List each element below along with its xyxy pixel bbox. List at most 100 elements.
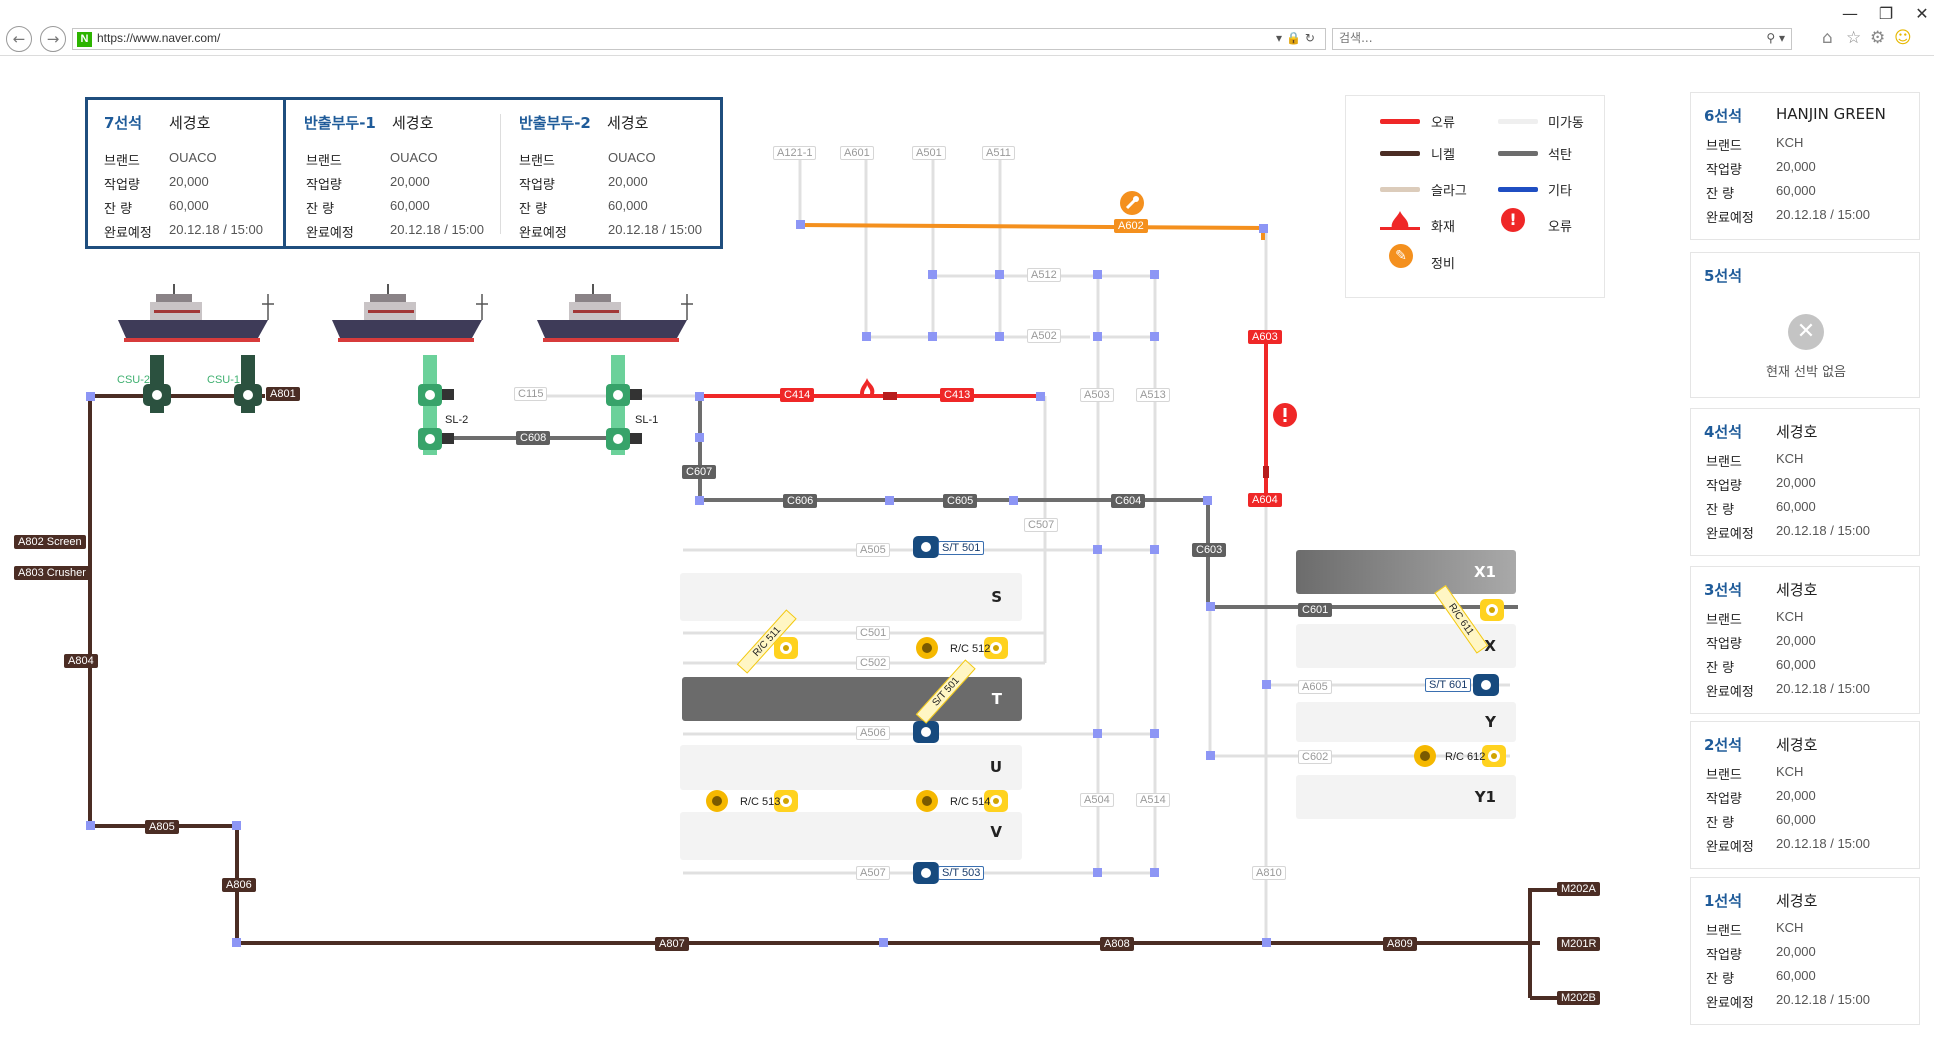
label-a504[interactable]: A504 bbox=[1080, 793, 1114, 807]
sl-1-loader[interactable] bbox=[606, 355, 642, 455]
reclaimer-rc514-gear-icon[interactable] bbox=[916, 790, 938, 812]
label-c502[interactable]: C502 bbox=[856, 656, 891, 670]
label-c606[interactable]: C606 bbox=[783, 494, 818, 508]
label-a605[interactable]: A605 bbox=[1298, 680, 1332, 694]
label-a802[interactable]: A802 Screen bbox=[14, 535, 86, 549]
label-a121-1[interactable]: A121-1 bbox=[773, 146, 817, 160]
label-a513[interactable]: A513 bbox=[1136, 388, 1170, 402]
label-st503[interactable]: S/T 503 bbox=[938, 866, 985, 880]
reclaimer-rc612-gear-icon[interactable] bbox=[1414, 745, 1436, 767]
maintenance-line[interactable] bbox=[799, 223, 1265, 240]
label-a805[interactable]: A805 bbox=[145, 820, 179, 834]
reclaimer-rc513-gear-icon[interactable] bbox=[706, 790, 728, 812]
reclaimer-rc512-gear-icon[interactable] bbox=[916, 637, 938, 659]
feedback-icon[interactable]: ☺ bbox=[1894, 28, 1912, 48]
berth7-info[interactable]: 7선석 세경호 브랜드 OUACO 작업량 20,000 잔 량 60,000 완료예… bbox=[88, 100, 283, 246]
search-icon[interactable]: ⚲ ▾ bbox=[1766, 31, 1785, 45]
label-a806[interactable]: A806 bbox=[222, 878, 256, 892]
home-icon[interactable]: ⌂ bbox=[1822, 28, 1833, 48]
label-c607[interactable]: C607 bbox=[682, 465, 717, 479]
label-c601[interactable]: C601 bbox=[1298, 603, 1333, 617]
label-sl2: SL-2 bbox=[445, 414, 469, 426]
label-c414[interactable]: C414 bbox=[780, 388, 815, 402]
stacker-st501[interactable] bbox=[913, 536, 939, 558]
back-icon[interactable]: ← bbox=[6, 26, 32, 52]
label-a603[interactable]: A603 bbox=[1248, 330, 1282, 344]
berth-card-2[interactable]: 5선석 ✕ 현재 선박 없음 bbox=[1690, 252, 1920, 398]
label-a803[interactable]: A803 Crusher bbox=[14, 566, 90, 580]
stacker-st503[interactable] bbox=[913, 862, 939, 884]
error-alert-icon[interactable] bbox=[1273, 403, 1297, 427]
label-c602[interactable]: C602 bbox=[1298, 750, 1333, 764]
label-c413[interactable]: C413 bbox=[940, 388, 975, 402]
close-icon[interactable]: ✕ bbox=[1902, 2, 1934, 26]
yard-u[interactable]: U bbox=[680, 745, 1022, 790]
label-a804[interactable]: A804 bbox=[64, 654, 98, 668]
label-a512[interactable]: A512 bbox=[1027, 268, 1061, 282]
berth-card-3[interactable]: 4선석 세경호 브랜드 KCH 작업량 20,000 잔 량 60,000 완료예… bbox=[1690, 408, 1920, 556]
reclaimer-rc611[interactable] bbox=[1480, 599, 1504, 621]
label-a809[interactable]: A809 bbox=[1383, 937, 1417, 951]
berth-card-5[interactable]: 2선석 세경호 브랜드 KCH 작업량 20,000 잔 량 60,000 완료예… bbox=[1690, 721, 1920, 869]
out1-info[interactable]: 반출부두-1 세경호 브랜드 OUACO 작업량 20,000 잔 량 60,000 … bbox=[286, 100, 500, 246]
minimize-icon[interactable]: — bbox=[1830, 2, 1870, 26]
restore-icon[interactable]: ❐ bbox=[1866, 2, 1906, 26]
label-st601[interactable]: S/T 601 bbox=[1425, 678, 1472, 692]
reclaimer-rc511[interactable] bbox=[774, 637, 798, 659]
label-c604[interactable]: C604 bbox=[1111, 494, 1146, 508]
ship-berth7[interactable] bbox=[117, 283, 275, 343]
label-c507[interactable]: C507 bbox=[1024, 518, 1059, 532]
label-a502[interactable]: A502 bbox=[1027, 329, 1061, 343]
yard-y[interactable]: Y bbox=[1296, 702, 1516, 742]
label-a507[interactable]: A507 bbox=[856, 866, 890, 880]
yard-v[interactable]: V bbox=[680, 812, 1022, 860]
card-ship: 세경호 bbox=[1776, 581, 1818, 599]
label-a602[interactable]: A602 bbox=[1114, 219, 1148, 233]
ship-out2[interactable] bbox=[536, 283, 694, 343]
label-a505[interactable]: A505 bbox=[856, 543, 890, 557]
ship-out1[interactable] bbox=[331, 283, 489, 343]
label-c608[interactable]: C608 bbox=[516, 431, 551, 445]
label-c501[interactable]: C501 bbox=[856, 626, 891, 640]
forward-icon[interactable]: → bbox=[40, 26, 66, 52]
yard-y1[interactable]: Y1 bbox=[1296, 775, 1516, 819]
legend-nickel-line bbox=[1380, 151, 1420, 156]
legend-idle-line bbox=[1498, 119, 1538, 124]
stacker-st601[interactable] bbox=[1473, 674, 1499, 696]
label-a503[interactable]: A503 bbox=[1080, 388, 1114, 402]
label-c115[interactable]: C115 bbox=[514, 387, 548, 401]
label-a501[interactable]: A501 bbox=[912, 146, 946, 160]
out2-info[interactable]: 반출부두-2 세경호 브랜드 OUACO 작업량 20,000 잔 량 60,000 … bbox=[501, 100, 721, 246]
favorites-icon[interactable]: ☆ bbox=[1846, 28, 1861, 48]
label-a807[interactable]: A807 bbox=[655, 937, 689, 951]
label-a506[interactable]: A506 bbox=[856, 726, 890, 740]
fire-icon[interactable] bbox=[860, 378, 875, 394]
label-st501[interactable]: S/T 501 bbox=[938, 541, 985, 555]
settings-icon[interactable]: ⚙ bbox=[1870, 28, 1885, 48]
label-m201r[interactable]: M201R bbox=[1557, 937, 1601, 951]
label-a801[interactable]: A801 bbox=[266, 387, 300, 401]
label-a810[interactable]: A810 bbox=[1252, 866, 1286, 880]
label-m202b[interactable]: M202B bbox=[1557, 991, 1600, 1005]
label-c603[interactable]: C603 bbox=[1192, 543, 1227, 557]
label-a511[interactable]: A511 bbox=[982, 146, 1015, 160]
yard-x1[interactable]: X1 bbox=[1296, 550, 1516, 594]
lock-refresh-icons[interactable]: ▾🔒↻ bbox=[1276, 31, 1319, 45]
stacker-st501b[interactable] bbox=[913, 721, 939, 743]
label-a604[interactable]: A604 bbox=[1248, 493, 1282, 507]
label-a601[interactable]: A601 bbox=[840, 146, 874, 160]
yard-s[interactable]: S bbox=[680, 573, 1022, 621]
search-input[interactable] bbox=[1339, 31, 1739, 45]
maintenance-wrench-icon[interactable] bbox=[1120, 191, 1144, 215]
yard-t[interactable]: T bbox=[682, 677, 1022, 721]
berth-card-4[interactable]: 3선석 세경호 브랜드 KCH 작업량 20,000 잔 량 60,000 완료예… bbox=[1690, 566, 1920, 714]
label-a514[interactable]: A514 bbox=[1136, 793, 1170, 807]
sl-2-loader[interactable] bbox=[418, 355, 454, 455]
label-a808[interactable]: A808 bbox=[1100, 937, 1134, 951]
label-c605[interactable]: C605 bbox=[943, 494, 978, 508]
browser-search[interactable]: ⚲ ▾ bbox=[1332, 28, 1792, 50]
berth-card-1[interactable]: 6선석 HANJIN GREEN 브랜드 KCH 작업량 20,000 잔 량 6… bbox=[1690, 92, 1920, 240]
label-m202a[interactable]: M202A bbox=[1557, 882, 1600, 896]
address-bar[interactable]: N https://www.naver.com/ ▾🔒↻ bbox=[72, 28, 1326, 50]
berth-card-6[interactable]: 1선석 세경호 브랜드 KCH 작업량 20,000 잔 량 60,000 완료예… bbox=[1690, 877, 1920, 1025]
